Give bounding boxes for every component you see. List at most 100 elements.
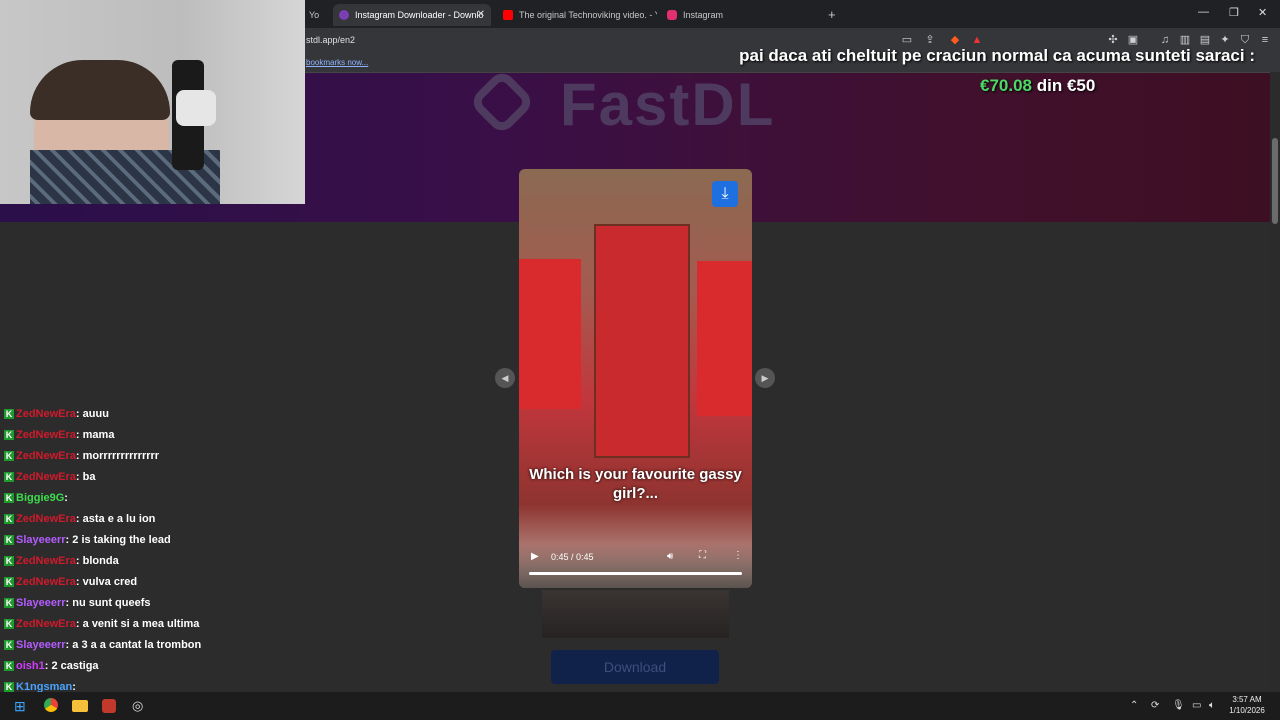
menu-icon[interactable]: ≡	[1259, 34, 1271, 46]
close-tab-icon[interactable]: ✕	[477, 4, 485, 26]
chat-username[interactable]: ZedNewEra	[16, 471, 76, 483]
leo-ai-icon[interactable]: ✦	[1219, 34, 1231, 46]
chat-badge-icon: K	[4, 430, 14, 441]
chat-text: : 2 is taking the lead	[65, 534, 171, 546]
chat-message: K Slayeeerr: a 3 a a cantat la trombon	[4, 639, 201, 651]
chat-username[interactable]: ZedNewEra	[16, 450, 76, 462]
chat-message: K Biggie9G:	[4, 492, 68, 504]
windows-start-icon[interactable]: ⊞	[14, 698, 26, 715]
network-icon[interactable]: ▭	[1192, 700, 1201, 711]
chat-message: K Slayeeerr: nu sunt queefs	[4, 597, 151, 609]
chat-message: K ZedNewEra: auuu	[4, 408, 109, 420]
chat-badge-icon: K	[4, 619, 14, 630]
video-time: 0:45 / 0:45	[551, 552, 594, 562]
media-icon[interactable]: ♫	[1159, 34, 1171, 46]
app-icon[interactable]	[102, 699, 116, 713]
chat-username[interactable]: ZedNewEra	[16, 576, 76, 588]
bookmarks-import-link[interactable]: bookmarks now...	[306, 58, 368, 67]
chat-username[interactable]: Biggie9G	[16, 492, 64, 504]
sync-icon[interactable]: ⟳	[1151, 700, 1159, 711]
sauna-door	[594, 224, 690, 458]
close-window-icon[interactable]: ✕	[1258, 6, 1267, 19]
tab-youtube-1[interactable]: Yo	[305, 4, 327, 26]
chat-username[interactable]: ZedNewEra	[16, 555, 76, 567]
chat-username[interactable]: oish1	[16, 660, 45, 672]
share-icon[interactable]: ⇪	[924, 34, 936, 46]
chat-username[interactable]: ZedNewEra	[16, 618, 76, 630]
restore-icon[interactable]: ❐	[1229, 6, 1239, 19]
tab-label: Yo	[309, 10, 320, 20]
speaker-icon[interactable]: 🔈︎	[1209, 700, 1215, 711]
stream-overlay-question: pai daca ati cheltuit pe craciun normal …	[739, 46, 1255, 65]
chat-text: : morrrrrrrrrrrrrr	[75, 450, 160, 462]
video-controls: ▶ 0:45 / 0:45 🔊︎ ⛶ ⋮	[519, 544, 752, 588]
video-player[interactable]: Which is your favourite gassy girl?... ▶…	[519, 169, 752, 588]
chat-message: K ZedNewEra: vulva cred	[4, 576, 137, 588]
brave-rewards-icon[interactable]: ▲	[971, 34, 983, 46]
microphone-icon[interactable]: 🎙︎	[1172, 700, 1185, 711]
clock[interactable]: 3:57 AM 1/10/2026	[1226, 694, 1268, 716]
media-thumbnail[interactable]	[542, 590, 729, 638]
chat-text: :	[64, 492, 68, 504]
streamer-hair	[30, 60, 170, 120]
sauna-right-wall	[697, 261, 752, 416]
chat-message: K Slayeeerr: 2 is taking the lead	[4, 534, 171, 546]
download-button[interactable]: Download	[551, 650, 719, 684]
amount-goal: din €50	[1036, 76, 1096, 95]
windows-taskbar: ⊞ ◎ ⌃ ⟳ 🎙︎ ▭ 🔈︎ 3:57 AM 1/10/2026	[0, 692, 1280, 720]
play-icon[interactable]: ▶	[531, 551, 539, 562]
new-tab-label: +	[828, 7, 836, 22]
chat-badge-icon: K	[4, 535, 14, 546]
chat-text: : vulva cred	[75, 576, 138, 588]
next-arrow-icon[interactable]: ▶	[755, 368, 775, 388]
file-explorer-icon[interactable]	[72, 700, 88, 712]
site-logo[interactable]: FastDL	[560, 70, 775, 139]
chat-badge-icon: K	[4, 598, 14, 609]
chat-badge-icon: K	[4, 661, 14, 672]
chat-badge-icon: K	[4, 451, 14, 462]
tray-overflow-icon[interactable]: ⌃	[1130, 700, 1138, 711]
webcam-overlay	[0, 0, 305, 204]
chat-message: Koish1: 2 castiga	[4, 660, 99, 672]
chat-username[interactable]: Slayeeerr	[16, 639, 66, 651]
previous-arrow-icon[interactable]: ◀	[495, 368, 515, 388]
tab-instagram[interactable]: Instagram	[661, 4, 821, 26]
chat-badge-icon: K	[4, 556, 14, 567]
more-options-icon[interactable]: ⋮	[733, 550, 743, 561]
chat-username[interactable]: ZedNewEra	[16, 408, 76, 420]
video-progress-bar[interactable]	[529, 572, 742, 575]
chat-badge-icon: K	[4, 514, 14, 525]
obs-icon[interactable]: ◎	[132, 698, 143, 714]
vpn-icon[interactable]: ⛉	[1239, 34, 1251, 46]
extensions-icon[interactable]: ✣	[1107, 34, 1119, 46]
tab-label: Instagram	[683, 10, 724, 20]
cast-icon[interactable]: ▭	[901, 34, 913, 46]
chrome-icon[interactable]	[44, 698, 58, 712]
chat-username[interactable]: ZedNewEra	[16, 429, 76, 441]
volume-icon[interactable]: 🔊︎	[667, 551, 673, 562]
chat-badge-icon: K	[4, 493, 14, 504]
chat-username[interactable]: ZedNewEra	[16, 513, 76, 525]
tab-technoviking-video[interactable]: The original Technoviking video. - Yo	[497, 4, 657, 26]
chat-message: K ZedNewEra: mama	[4, 429, 114, 441]
microphone	[176, 90, 216, 126]
scrollbar-thumb[interactable]	[1272, 138, 1278, 224]
minimize-icon[interactable]: —	[1198, 6, 1209, 18]
tab-instagram-downloader[interactable]: Instagram Downloader - Downlo ✕	[333, 4, 491, 26]
screenshot-icon[interactable]: ▣	[1127, 34, 1139, 46]
chat-username[interactable]: Slayeeerr	[16, 534, 66, 546]
chat-username[interactable]: Slayeeerr	[16, 597, 66, 609]
clock-date: 1/10/2026	[1229, 706, 1265, 715]
chat-text: : blonda	[75, 555, 119, 567]
sidebar-icon[interactable]: ▥	[1179, 34, 1191, 46]
chat-badge-icon: K	[4, 472, 14, 483]
tab-label: The original Technoviking video. - Yo	[519, 10, 657, 20]
wallet-icon[interactable]: ▤	[1199, 34, 1211, 46]
stream-overlay-amount: €70.08 din €50	[980, 76, 1095, 96]
chat-badge-icon: K	[4, 409, 14, 420]
fullscreen-icon[interactable]: ⛶	[699, 550, 706, 561]
download-icon[interactable]: ⤓	[712, 181, 738, 207]
new-tab-button[interactable]: +	[824, 4, 844, 26]
brave-shield-icon[interactable]: ◆	[949, 34, 961, 46]
url-field[interactable]: stdl.app/en2	[306, 35, 355, 45]
